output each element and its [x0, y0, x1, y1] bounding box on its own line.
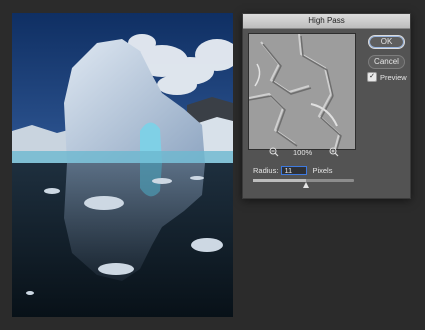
zoom-level: 100% — [293, 148, 313, 157]
filter-preview[interactable] — [248, 33, 356, 150]
preview-label: Preview — [380, 72, 407, 82]
radius-slider-thumb[interactable] — [302, 182, 309, 188]
radius-slider-fill — [253, 179, 306, 182]
high-pass-dialog: High Pass OK Cancel ✓ Preview 100% Radiu… — [242, 13, 411, 199]
cancel-button[interactable]: Cancel — [368, 55, 405, 69]
radius-row: Radius: 11 Pixels — [253, 164, 332, 176]
radius-label: Radius: — [253, 165, 279, 175]
preview-checkbox[interactable]: ✓ — [367, 72, 377, 82]
ok-button[interactable]: OK — [368, 35, 405, 49]
zoom-in-icon[interactable] — [329, 147, 339, 157]
radius-input[interactable]: 11 — [281, 165, 308, 175]
dialog-title: High Pass — [243, 14, 410, 29]
image-canvas[interactable] — [12, 13, 233, 317]
zoom-out-icon[interactable] — [269, 147, 279, 157]
zoom-controls: 100% — [243, 147, 361, 159]
radius-unit-label: Pixels — [312, 165, 333, 175]
preview-option[interactable]: ✓ Preview — [367, 72, 407, 82]
